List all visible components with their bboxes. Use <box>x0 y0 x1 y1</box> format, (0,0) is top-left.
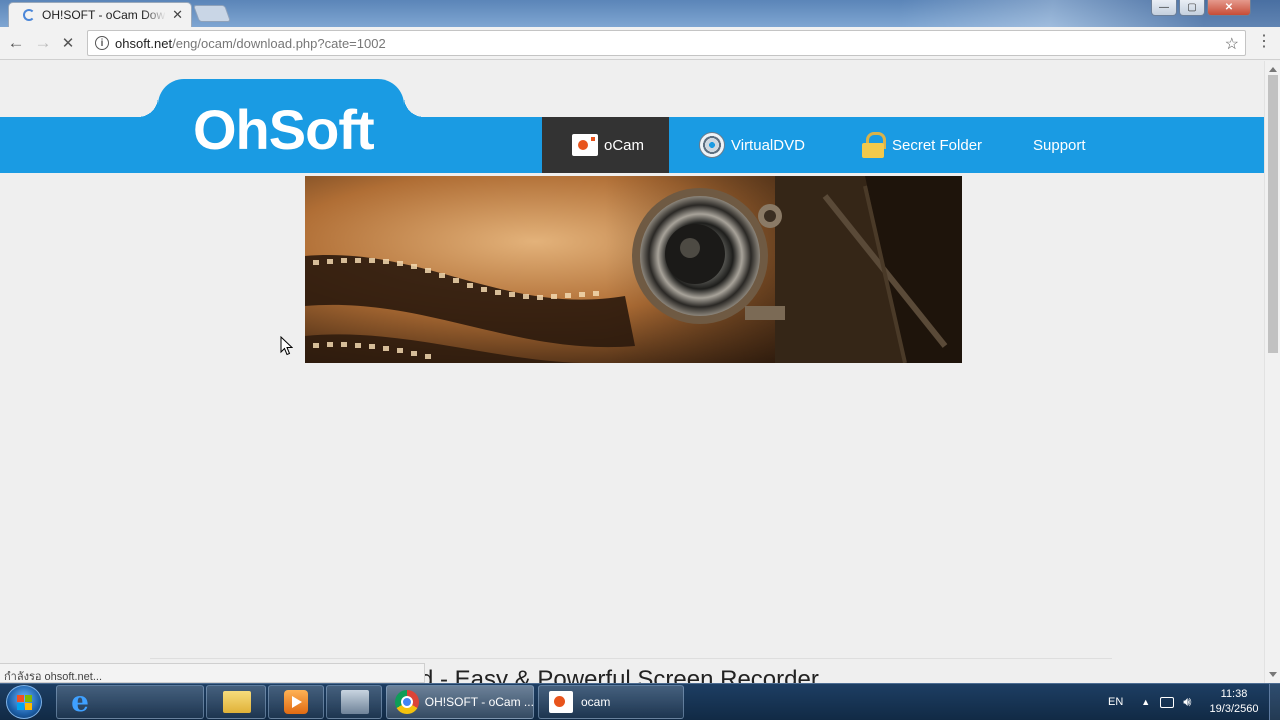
url-host: ohsoft.net <box>115 35 173 51</box>
taskbar-clock[interactable]: 11:38 19/3/2560 <box>1202 687 1266 717</box>
browser-toolbar: ← → ✕ i ohsoft.net/eng/ocam/download.php… <box>0 27 1280 60</box>
taskbar-ocam-window[interactable]: ocam <box>538 685 684 719</box>
show-desktop-button[interactable] <box>1269 684 1280 720</box>
site-nav: oCam VirtualDVD Secret Folder Support <box>542 117 1101 173</box>
taskbar-file-explorer[interactable] <box>206 685 266 719</box>
url-text: ohsoft.net/eng/ocam/download.php?cate=10… <box>115 36 386 51</box>
maximize-button[interactable]: ▢ <box>1179 0 1205 16</box>
ocam-icon <box>572 134 598 156</box>
scroll-up-icon[interactable] <box>1269 67 1277 72</box>
back-button[interactable]: ← <box>6 33 26 53</box>
nav-item-virtualdvd[interactable]: VirtualDVD <box>669 117 826 173</box>
tab-close-icon[interactable]: ✕ <box>172 7 183 23</box>
taskbar-media-player[interactable] <box>268 685 324 719</box>
address-bar[interactable]: i ohsoft.net/eng/ocam/download.php?cate=… <box>87 30 1246 56</box>
loading-status-bar: กำลังรอ ohsoft.net... <box>0 663 425 683</box>
dvd-icon <box>699 132 725 158</box>
volume-icon[interactable]: 🔊︎ <box>1183 694 1191 710</box>
vintage-camera-film-illustration <box>305 176 962 363</box>
scroll-thumb[interactable] <box>1268 75 1278 353</box>
nav-label-secret-folder: Secret Folder <box>892 136 983 154</box>
page-headline: d - Easy & Powerful Screen Recorder <box>420 666 819 683</box>
nav-label-virtualdvd: VirtualDVD <box>731 136 805 154</box>
lock-icon <box>862 132 886 158</box>
section-divider <box>150 658 1112 659</box>
computer-icon <box>341 690 369 714</box>
browser-tab[interactable]: OH!SOFT - oCam Download ✕ <box>8 2 192 27</box>
site-logo[interactable]: OhSoft <box>193 97 375 162</box>
mouse-cursor-icon <box>280 336 293 356</box>
ie-icon: e <box>71 685 89 718</box>
nav-item-ocam[interactable]: oCam <box>542 117 669 173</box>
taskbar-chrome-window[interactable]: OH!SOFT - oCam ... <box>386 685 534 719</box>
tray-expand-icon[interactable]: ▲ <box>1141 697 1150 707</box>
info-icon[interactable]: i <box>95 36 109 50</box>
taskbar-internet-explorer[interactable]: e <box>56 685 204 719</box>
bookmark-star-icon[interactable]: ☆ <box>1225 34 1239 54</box>
taskbar-ocam-label: ocam <box>581 695 611 709</box>
new-tab-button[interactable] <box>192 5 232 22</box>
nav-item-secret-folder[interactable]: Secret Folder <box>826 117 991 173</box>
page-scrollbar[interactable] <box>1264 61 1280 683</box>
url-path: /eng/ocam/download.php?cate=1002 <box>172 35 386 51</box>
scroll-down-icon[interactable] <box>1269 672 1277 677</box>
loading-spinner-icon <box>23 9 35 21</box>
taskbar-chrome-label: OH!SOFT - oCam ... <box>424 695 533 709</box>
browser-menu-icon[interactable]: ⋮ <box>1256 33 1272 51</box>
windows-taskbar: e OH!SOFT - oCam ... ocam EN ▲ 🔊︎ 11:38 … <box>0 683 1280 720</box>
folder-icon <box>223 691 251 713</box>
network-icon[interactable] <box>1160 696 1175 708</box>
windows-logo-icon <box>17 695 33 711</box>
media-player-icon <box>284 690 308 714</box>
clock-date: 19/3/2560 <box>1209 703 1259 715</box>
taskbar-computer[interactable] <box>326 685 382 719</box>
nav-item-support[interactable]: Support <box>991 117 1101 173</box>
window-controls: — ▢ ✕ <box>1151 0 1251 16</box>
tab-title: OH!SOFT - oCam Download <box>42 8 166 22</box>
forward-button[interactable]: → <box>33 33 53 53</box>
chrome-icon <box>395 690 419 714</box>
clock-time: 11:38 <box>1220 688 1248 700</box>
close-window-button[interactable]: ✕ <box>1207 0 1251 16</box>
stop-loading-button[interactable]: ✕ <box>58 33 78 53</box>
tab-strip: OH!SOFT - oCam Download ✕ — ▢ ✕ <box>0 0 1280 27</box>
system-tray: EN ▲ 🔊︎ <box>1100 684 1191 720</box>
hero-banner-image <box>305 176 962 363</box>
nav-label-ocam: oCam <box>604 136 645 154</box>
ocam-icon <box>549 691 573 713</box>
minimize-button[interactable]: — <box>1151 0 1177 16</box>
nav-label-support: Support <box>1033 136 1086 154</box>
page-viewport: OhSoft oCam VirtualDVD Secret Folder Sup… <box>0 61 1264 683</box>
start-button[interactable] <box>6 685 42 719</box>
language-indicator[interactable]: EN <box>1108 696 1123 708</box>
